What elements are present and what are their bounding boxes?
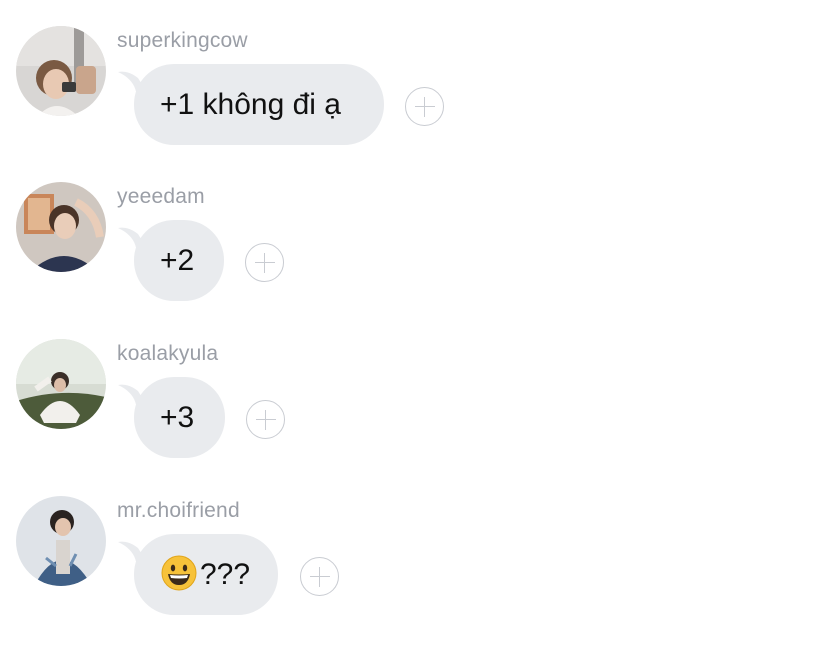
message-row: koalakyula +3 <box>0 339 828 489</box>
avatar[interactable] <box>16 339 106 429</box>
username: superkingcow <box>117 29 248 52</box>
username: mr.choifriend <box>117 499 240 522</box>
message-bubble[interactable]: +1 không đi ạ <box>134 64 384 145</box>
username: yeeedam <box>117 185 205 208</box>
message-bubble[interactable]: +2 <box>134 220 224 301</box>
add-reaction-icon[interactable] <box>245 243 284 282</box>
message-row: yeeedam +2 <box>0 182 828 332</box>
avatar[interactable] <box>16 26 106 116</box>
avatar[interactable] <box>16 496 106 586</box>
add-reaction-icon[interactable] <box>300 557 339 596</box>
message-row: mr.choifriend ??? <box>0 496 828 646</box>
username: koalakyula <box>117 342 219 365</box>
avatar[interactable] <box>16 182 106 272</box>
add-reaction-icon[interactable] <box>405 87 444 126</box>
add-reaction-icon[interactable] <box>246 400 285 439</box>
message-bubble[interactable]: ??? <box>134 534 278 615</box>
message-bubble[interactable]: +3 <box>134 377 225 458</box>
message-text: ??? <box>200 558 251 591</box>
grinning-face-emoji <box>161 555 197 591</box>
message-row: superkingcow +1 không đi ạ <box>0 26 828 176</box>
